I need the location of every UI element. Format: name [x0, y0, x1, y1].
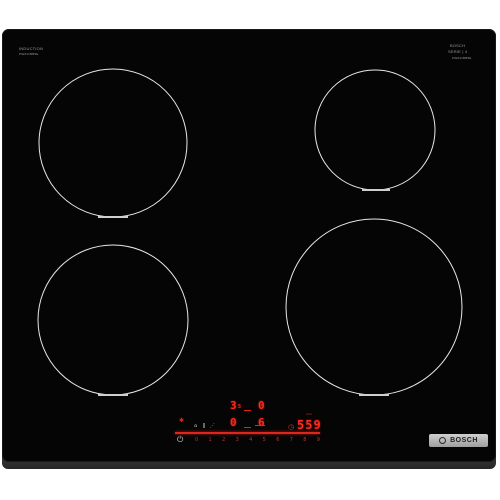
timer-unit-label: min: [306, 412, 312, 416]
slider-level[interactable]: 4: [249, 437, 252, 443]
bosch-logo-icon: [439, 437, 447, 444]
slider-level[interactable]: 9: [317, 437, 320, 443]
power-slider[interactable]: [175, 432, 320, 434]
boost-icon[interactable]: ⋰: [210, 424, 215, 429]
slider-level[interactable]: 8: [303, 437, 306, 443]
timer-display: 559: [297, 418, 322, 432]
slider-level[interactable]: 2: [222, 437, 225, 443]
slider-level[interactable]: 6: [276, 437, 279, 443]
zone-select-front-left[interactable]: [244, 427, 251, 428]
cooktop-image: INDUCTION PIE631BB5E BOSCH SERIE | 4 PIE…: [0, 0, 500, 500]
slider-level[interactable]: 3: [236, 437, 239, 443]
power-icon[interactable]: ⏻: [177, 436, 183, 444]
zone-select-front-right[interactable]: [255, 425, 265, 426]
pause-icon[interactable]: ǁ: [203, 424, 205, 429]
slider-level[interactable]: 5: [263, 437, 266, 443]
slider-levels: 0 1 2 3 4 5 6 7 8 9: [195, 437, 320, 443]
slider-level[interactable]: 0: [195, 437, 198, 443]
brand-name: BOSCH: [450, 437, 478, 444]
slider-level[interactable]: 1: [209, 437, 212, 443]
heat-indicator-icon: ✱: [179, 417, 185, 424]
zone-select-rear-left[interactable]: [244, 410, 251, 411]
zone-indicators: [244, 410, 265, 428]
slider-level[interactable]: 7: [290, 437, 293, 443]
lock-icon[interactable]: ⌂: [194, 424, 197, 429]
timer-icon[interactable]: ◷: [288, 424, 294, 431]
brand-plate: BOSCH: [429, 434, 488, 447]
